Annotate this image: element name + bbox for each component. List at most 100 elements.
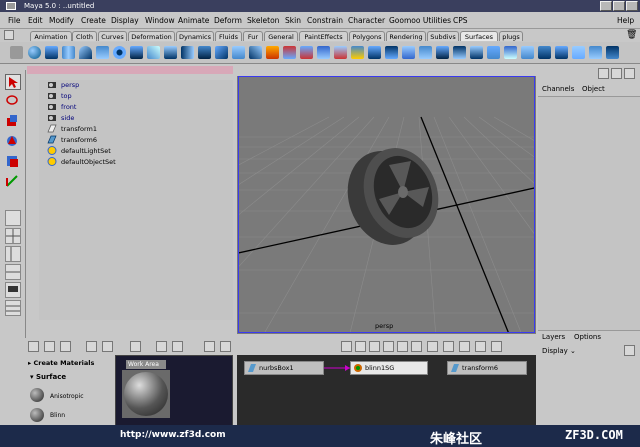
material-swatch[interactable]: [122, 370, 170, 418]
tab-fur[interactable]: Fur: [243, 31, 263, 41]
nurbs-cube-icon[interactable]: [45, 46, 58, 59]
tab-rendering[interactable]: Rendering: [386, 31, 426, 41]
rotate-tool-icon[interactable]: [5, 134, 21, 150]
move-seam-icon[interactable]: [436, 46, 449, 59]
sculpt-icon[interactable]: [589, 46, 602, 59]
four-pane-layout-icon[interactable]: [5, 228, 21, 244]
menu-file[interactable]: File: [8, 16, 21, 25]
boundary-icon[interactable]: [232, 46, 245, 59]
tab-polygons[interactable]: Polygons: [349, 31, 385, 41]
extend-icon[interactable]: [470, 46, 483, 59]
rebuild-icon[interactable]: [521, 46, 534, 59]
untrim-icon[interactable]: [334, 46, 347, 59]
bevel-icon[interactable]: [266, 46, 279, 59]
node-blinn1sg[interactable]: blinn1SG: [350, 361, 428, 375]
tab-painteffects[interactable]: PaintEffects: [299, 31, 348, 41]
layers-menu[interactable]: Layers: [542, 333, 565, 341]
upstream-icon[interactable]: [86, 341, 97, 352]
hypershade-graph[interactable]: nurbsBox1 blinn1SG transform6: [237, 355, 536, 425]
tab-dynamics[interactable]: Dynamics: [176, 31, 214, 41]
tab-animation[interactable]: Animation: [30, 31, 72, 41]
graph-mode-icon[interactable]: [130, 341, 141, 352]
outliner-item-defaultlightset[interactable]: defaultLightSet: [47, 146, 111, 156]
input-connections-icon[interactable]: [383, 341, 394, 352]
project-curve-icon[interactable]: [300, 46, 313, 59]
create-materials-dropdown[interactable]: ▸ Create Materials: [28, 359, 94, 367]
anisotropic-swatch-icon[interactable]: [30, 388, 44, 402]
tool-settings-icon[interactable]: [611, 68, 622, 79]
stitch-icon[interactable]: [572, 46, 585, 59]
tab-view-icon[interactable]: [156, 341, 167, 352]
arrow-left-icon[interactable]: [44, 341, 55, 352]
nurbs-plane-icon[interactable]: [96, 46, 109, 59]
downstream-icon[interactable]: [102, 341, 113, 352]
options-menu[interactable]: Options: [574, 333, 601, 341]
menu-skin[interactable]: Skin: [285, 16, 301, 25]
tab-deformation[interactable]: Deformation: [128, 31, 175, 41]
menu-goomoo-utilities[interactable]: Goomoo Utilities: [389, 16, 451, 25]
perspective-viewport[interactable]: persp: [238, 76, 535, 333]
shelf-arrow-icon[interactable]: [10, 46, 23, 59]
menu-display[interactable]: Display: [111, 16, 139, 25]
menu-modify[interactable]: Modify: [49, 16, 74, 25]
single-pane-layout-icon[interactable]: [5, 210, 21, 226]
swatch-view-icon[interactable]: [172, 341, 183, 352]
blinn-swatch-icon[interactable]: [30, 408, 44, 422]
outliner-item-persp[interactable]: persp: [47, 80, 79, 90]
persp-outliner-layout-icon[interactable]: [5, 246, 21, 262]
menu-cps[interactable]: CPS: [453, 16, 468, 25]
tab-curves[interactable]: Curves: [98, 31, 127, 41]
nurbs-cone-icon[interactable]: [79, 46, 92, 59]
outliner-item-front[interactable]: front: [47, 102, 76, 112]
align-icon[interactable]: [402, 46, 415, 59]
tab-general[interactable]: General: [264, 31, 298, 41]
round-tool-icon[interactable]: [538, 46, 551, 59]
menu-window[interactable]: Window: [145, 16, 175, 25]
graph-materials-icon[interactable]: [355, 341, 366, 352]
outliner-item-transform6[interactable]: transform6: [47, 135, 97, 145]
tab-plugs[interactable]: plugs: [499, 31, 523, 41]
clear-graph-icon[interactable]: [341, 341, 352, 352]
output-connections-icon[interactable]: [411, 341, 422, 352]
reverse-icon[interactable]: [504, 46, 517, 59]
menu-animate[interactable]: Animate: [178, 16, 209, 25]
nurbs-torus-icon[interactable]: [113, 46, 126, 59]
shelf-menu-icon[interactable]: [4, 30, 14, 40]
refresh-icon[interactable]: [475, 341, 486, 352]
tab-cloth[interactable]: Cloth: [72, 31, 97, 41]
menu-skeleton[interactable]: Skeleton: [247, 16, 279, 25]
render-icon[interactable]: [459, 341, 470, 352]
detach-icon[interactable]: [385, 46, 398, 59]
outliner-item-top[interactable]: top: [47, 91, 72, 101]
node-nurbsbox1[interactable]: nurbsBox1: [244, 361, 324, 375]
offset-icon[interactable]: [487, 46, 500, 59]
insert-isoparm-icon[interactable]: [453, 46, 466, 59]
booleans-icon[interactable]: [351, 46, 364, 59]
nurbs-sphere-icon[interactable]: [28, 46, 41, 59]
outliner-item-side[interactable]: side: [47, 113, 74, 123]
outliner-filter-bar[interactable]: [27, 66, 233, 74]
extrude-icon[interactable]: [198, 46, 211, 59]
menu-help[interactable]: Help: [617, 16, 634, 25]
revolve-icon[interactable]: [147, 46, 160, 59]
new-layer-icon[interactable]: [624, 345, 635, 356]
trash-icon[interactable]: 🗑: [626, 30, 637, 40]
attribute-editor-icon[interactable]: [598, 68, 609, 79]
surface-section[interactable]: ▾ Surface: [30, 373, 66, 381]
object-menu[interactable]: Object: [582, 85, 605, 93]
surface-editing-icon[interactable]: [606, 46, 619, 59]
tab-subdivs[interactable]: Subdivs: [427, 31, 459, 41]
hypershade-layout-icon[interactable]: [5, 282, 21, 298]
display-dropdown[interactable]: Display ⌄: [542, 347, 576, 355]
outliner-item-transform1[interactable]: transform1: [47, 124, 97, 134]
maximize-button[interactable]: [613, 1, 625, 11]
close-button[interactable]: [626, 1, 638, 11]
channels-menu[interactable]: Channels: [542, 85, 574, 93]
planar-icon[interactable]: [181, 46, 194, 59]
layer-toggle-icon[interactable]: [28, 341, 39, 352]
panel-bottom-icon[interactable]: [220, 341, 231, 352]
lasso-tool-icon[interactable]: [5, 94, 21, 110]
shading-group-icon[interactable]: [443, 341, 454, 352]
attach-icon[interactable]: [368, 46, 381, 59]
outliner-item-defaultobjectset[interactable]: defaultObjectSet: [47, 157, 116, 167]
